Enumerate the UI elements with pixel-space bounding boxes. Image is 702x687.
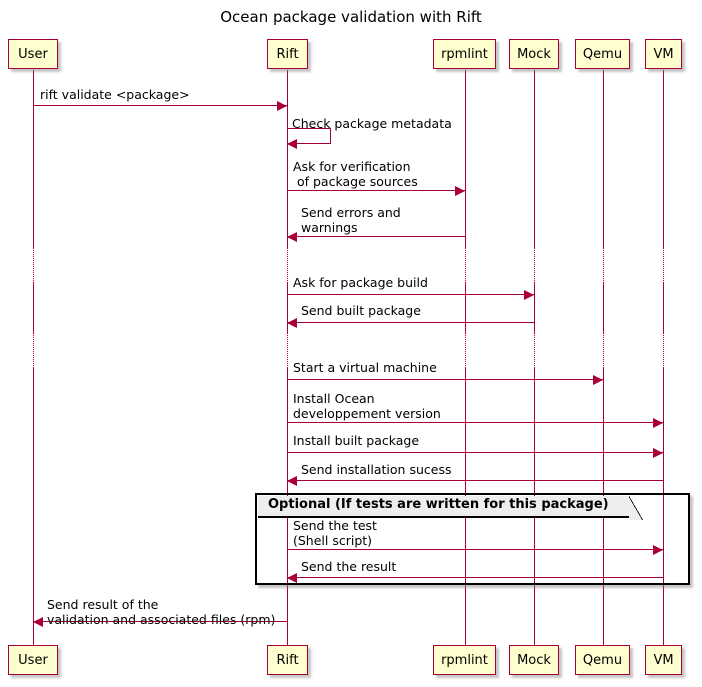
lifeline-vm (663, 70, 664, 247)
lifeline-qemu (603, 283, 604, 332)
lifeline-user (33, 332, 34, 368)
message-label-send-the-result: Send the result (301, 559, 397, 574)
lifeline-rpmlint (465, 283, 466, 332)
participant-rpmlint-bottom[interactable]: rpmlint (433, 645, 496, 675)
message-line-rift-validate (33, 105, 287, 106)
message-label-ask-for-package-build: Ask for package build (293, 275, 428, 290)
message-label-send-installation-sucess: Send installation sucess (301, 462, 452, 477)
arrowhead-install-ocean-development-version (653, 418, 663, 428)
lifeline-mock (534, 70, 535, 247)
participant-vm-bottom[interactable]: VM (645, 645, 682, 675)
lifeline-user (33, 283, 34, 332)
message-label-send-the-test: Send the test (Shell script) (293, 518, 377, 548)
participant-mock-top[interactable]: Mock (509, 39, 559, 69)
participant-vm-top[interactable]: VM (645, 39, 682, 69)
message-label-install-ocean-development-version: Install Ocean developpement version (293, 391, 441, 421)
participant-rift-top[interactable]: Rift (267, 39, 308, 69)
arrowhead-rift-validate (277, 101, 287, 111)
lifeline-user (33, 368, 34, 645)
participant-rpmlint-top[interactable]: rpmlint (433, 39, 496, 69)
arrowhead-send-the-test (653, 545, 663, 555)
lifeline-mock (534, 332, 535, 368)
participant-qemu-top[interactable]: Qemu (575, 39, 630, 69)
lifeline-rpmlint (465, 70, 466, 247)
arrowhead-send-result-of-validation (33, 617, 43, 627)
lifeline-rpmlint (465, 332, 466, 368)
message-label-rift-validate: rift validate <package> (40, 87, 190, 102)
arrowhead-send-built-package (287, 318, 297, 328)
lifeline-vm (663, 283, 664, 332)
message-line-start-a-virtual-machine (287, 379, 603, 380)
message-line-send-installation-sucess (287, 480, 663, 481)
message-label-start-a-virtual-machine: Start a virtual machine (293, 360, 437, 375)
arrowhead-check-package-metadata (287, 139, 297, 149)
message-label-send-built-package: Send built package (301, 303, 421, 318)
lifeline-user (33, 247, 34, 283)
message-line-send-built-package (287, 322, 534, 323)
arrowhead-ask-for-verification (455, 186, 465, 196)
participant-user-top[interactable]: User (8, 39, 58, 69)
message-label-send-result-of-validation: Send result of the validation and associ… (47, 597, 276, 627)
lifeline-qemu (603, 247, 604, 283)
lifeline-rpmlint (465, 247, 466, 283)
lifeline-qemu (603, 332, 604, 368)
lifeline-vm (663, 247, 664, 283)
message-line-send-the-result (287, 577, 663, 578)
message-line-install-ocean-development-version (287, 422, 663, 423)
arrowhead-send-installation-sucess (287, 476, 297, 486)
arrowhead-ask-for-package-build (524, 290, 534, 300)
message-line-install-built-package (287, 452, 663, 453)
lifeline-mock (534, 247, 535, 283)
message-label-send-errors-and-warnings: Send errors and warnings (301, 205, 401, 235)
arrowhead-install-built-package (653, 448, 663, 458)
lifeline-vm (663, 332, 664, 368)
lifeline-mock (534, 283, 535, 332)
participant-qemu-bottom[interactable]: Qemu (575, 645, 630, 675)
lifeline-rift (287, 332, 288, 368)
message-line-send-errors-and-warnings (287, 236, 465, 237)
message-label-ask-for-verification: Ask for verification of package sources (293, 159, 418, 189)
lifeline-user (33, 70, 34, 247)
message-line-ask-for-verification (287, 190, 465, 191)
lifeline-qemu (603, 70, 604, 247)
diagram-title: Ocean package validation with Rift (220, 8, 482, 26)
message-line-ask-for-package-build (287, 294, 534, 295)
participant-mock-bottom[interactable]: Mock (509, 645, 559, 675)
message-label-check-package-metadata: Check package metadata (292, 116, 452, 131)
optional-group-header-corner (628, 495, 643, 520)
arrowhead-start-a-virtual-machine (593, 375, 603, 385)
participant-rift-bottom[interactable]: Rift (267, 645, 308, 675)
arrowhead-send-the-result (287, 573, 297, 583)
arrowhead-send-errors-and-warnings (287, 232, 297, 242)
participant-user-bottom[interactable]: User (8, 645, 58, 675)
optional-group-label: Optional (If tests are written for this … (268, 497, 609, 512)
message-label-install-built-package: Install built package (293, 433, 420, 448)
lifeline-rift (287, 247, 288, 283)
message-line-send-the-test (287, 549, 663, 550)
sequence-diagram-canvas: Ocean package validation with Rift Optio… (0, 0, 702, 687)
lifeline-rift (287, 70, 288, 247)
